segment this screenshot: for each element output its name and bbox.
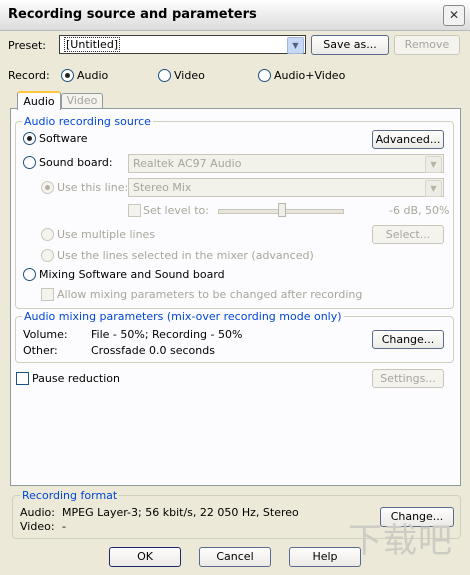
mixing-radio[interactable] [23,268,36,281]
line-dropdown[interactable]: Stereo Mix ▼ [128,178,444,197]
use-mixer-lines-radio[interactable] [41,249,54,262]
format-video-value: - [62,520,66,533]
set-level-label: Set level to: [143,204,209,217]
pause-settings-button[interactable]: Settings... [372,369,444,388]
record-audio-video-label: Audio+Video [274,69,346,82]
volume-value: File - 50%; Recording - 50% [91,328,243,341]
chevron-down-icon[interactable]: ▼ [425,180,442,197]
chevron-down-icon[interactable]: ▼ [425,156,442,173]
mixing-label: Mixing Software and Sound board [39,268,225,281]
level-slider-thumb[interactable] [278,203,286,217]
record-audio-radio[interactable] [61,69,74,82]
use-mixer-lines-label: Use the lines selected in the mixer (adv… [57,249,314,262]
format-audio-value: MPEG Layer-3; 56 kbit/s, 22 050 Hz, Ster… [62,506,299,519]
mix-change-button[interactable]: Change... [372,330,444,349]
sound-board-value: Realtek AC97 Audio [133,157,242,170]
use-multiple-lines-radio[interactable] [41,228,54,241]
other-label: Other: [23,344,58,357]
recording-format-title: Recording format [20,489,120,502]
window-title: Recording source and parameters [8,7,257,22]
sound-board-radio[interactable] [23,156,36,169]
chevron-down-icon[interactable]: ▼ [287,37,304,54]
level-value: -6 dB, 50% [389,204,450,217]
advanced-button[interactable]: Advanced... [372,130,444,149]
remove-button[interactable]: Remove [394,35,460,55]
audio-source-title: Audio recording source [22,115,153,128]
volume-label: Volume: [23,328,68,341]
pause-reduction-checkbox[interactable] [16,372,29,385]
sound-board-label: Sound board: [39,156,113,169]
mix-params-title: Audio mixing parameters (mix-over record… [22,310,344,323]
close-icon[interactable]: ✕ [443,5,465,26]
line-value: Stereo Mix [133,181,192,194]
record-audio-label: Audio [77,69,109,82]
preset-dropdown[interactable]: [Untitled] ▼ [59,35,306,54]
ok-button[interactable]: OK [109,547,181,567]
preset-label: Preset: [8,39,47,52]
watermark-logo: 下载吧 [348,521,453,561]
tab-audio[interactable]: Audio [17,91,61,110]
allow-mixing-label: Allow mixing parameters to be changed af… [57,288,363,301]
preset-value: [Untitled] [64,37,121,52]
cancel-button[interactable]: Cancel [199,547,271,567]
other-value: Crossfade 0.0 seconds [91,344,215,357]
sound-board-dropdown[interactable]: Realtek AC97 Audio ▼ [128,154,444,173]
select-button[interactable]: Select... [372,225,444,244]
software-label: Software [39,132,88,145]
pause-reduction-label: Pause reduction [32,372,120,385]
format-video-label: Video: [20,520,55,533]
software-radio[interactable] [23,132,36,145]
use-multiple-lines-label: Use multiple lines [57,228,156,241]
record-label: Record: [8,69,50,82]
title-bar: Recording source and parameters ✕ [0,0,470,31]
use-this-line-label: Use this line: [57,181,129,194]
save-as-button[interactable]: Save as... [311,35,389,55]
help-button[interactable]: Help [289,547,361,567]
allow-mixing-checkbox[interactable] [41,288,54,301]
use-this-line-radio[interactable] [41,181,54,194]
set-level-checkbox[interactable] [128,204,141,217]
record-video-label: Video [174,69,205,82]
tab-video[interactable]: Video [61,93,103,108]
format-audio-label: Audio: [20,506,55,519]
record-audio-video-radio[interactable] [258,69,271,82]
record-video-radio[interactable] [158,69,171,82]
